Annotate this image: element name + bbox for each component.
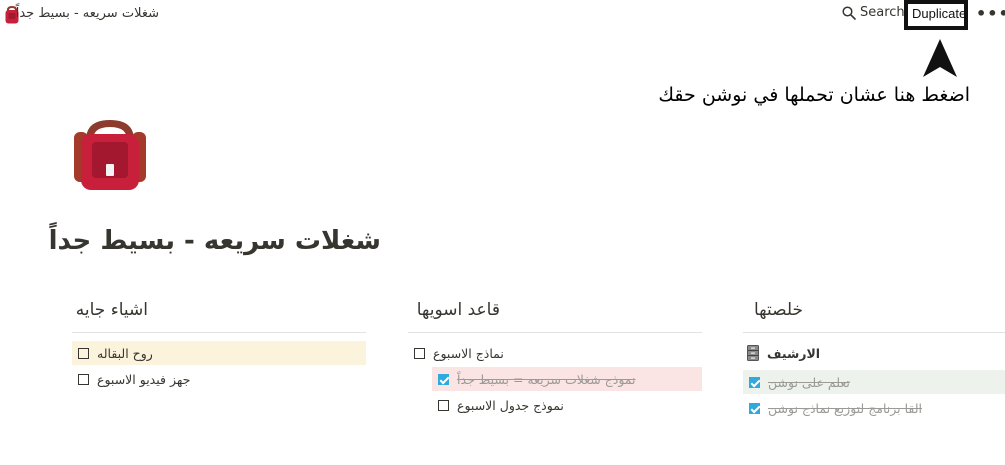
- item-label: تعلم على نوشن: [768, 374, 850, 390]
- item-label: نموذج جدول الاسبوع: [457, 397, 564, 413]
- item-label: الارشيف: [767, 345, 821, 361]
- list-item[interactable]: جهز فيديو الاسبوع: [72, 367, 190, 391]
- column-divider: [72, 332, 366, 333]
- list-item[interactable]: القا برنامج لتوزيع نماذج نوشن: [743, 396, 922, 420]
- list-item[interactable]: نماذج الاسبوع: [408, 341, 504, 365]
- search-label: Search: [860, 5, 905, 20]
- checkbox-checked[interactable]: [749, 376, 760, 388]
- item-label: القا برنامج لتوزيع نماذج نوشن: [768, 400, 923, 416]
- checkbox[interactable]: [78, 373, 89, 385]
- more-options-button[interactable]: •••: [976, 4, 1005, 23]
- column-heading-done[interactable]: خلصتها: [754, 300, 803, 320]
- column-divider: [408, 332, 702, 333]
- list-item[interactable]: نموذج شغلات سريعه = بسيط جداً: [432, 367, 702, 391]
- list-item[interactable]: تعلم على نوشن: [743, 370, 1005, 394]
- item-label: نماذج الاسبوع: [433, 345, 504, 361]
- list-item[interactable]: روح البقاله: [72, 341, 366, 365]
- breadcrumb-page-title[interactable]: شغلات سريعه - بسيط جداً: [16, 6, 159, 21]
- checkbox[interactable]: [438, 399, 449, 411]
- checkbox[interactable]: [414, 347, 425, 359]
- column-divider: [743, 332, 1005, 333]
- backpack-icon: [74, 120, 146, 190]
- item-label: روح البقاله: [97, 345, 153, 361]
- search-button[interactable]: Search: [842, 5, 905, 20]
- page-link-archive[interactable]: الارشيف: [743, 341, 820, 365]
- arrow-up-icon: [923, 39, 957, 77]
- column-heading-in-progress[interactable]: قاعد اسويها: [417, 300, 500, 320]
- checkbox-checked[interactable]: [438, 373, 449, 385]
- item-label: نموذج شغلات سريعه = بسيط جداً: [457, 371, 636, 387]
- item-label: جهز فيديو الاسبوع: [97, 371, 191, 387]
- list-item[interactable]: نموذج جدول الاسبوع: [432, 393, 564, 417]
- page-title[interactable]: شغلات سريعه - بسيط جداً: [49, 226, 381, 256]
- search-icon: [842, 5, 856, 20]
- filing-cabinet-icon: [747, 345, 759, 361]
- duplicate-button[interactable]: Duplicate: [912, 6, 966, 21]
- checkbox[interactable]: [78, 347, 89, 359]
- annotation-text: اضغط هنا عشان تحملها في نوشن حقك: [658, 84, 970, 106]
- checkbox-checked[interactable]: [749, 402, 760, 414]
- column-heading-upcoming[interactable]: اشياء جايه: [76, 300, 148, 320]
